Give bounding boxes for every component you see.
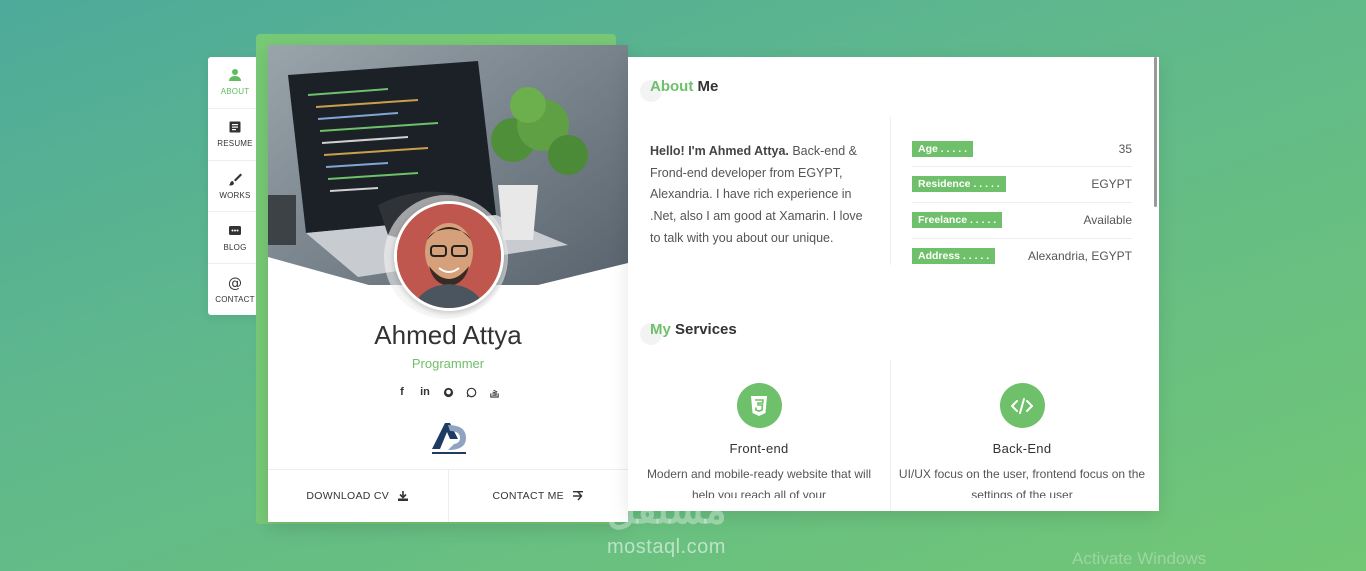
nav-label: ABOUT [220, 87, 250, 97]
profile-card: Ahmed Attya Programmer f in DOWNLOAD CV … [268, 45, 628, 522]
service-text: UI/UX focus on the user, frontend focus … [898, 467, 1146, 498]
about-intro-bold: Hello! I'm Ahmed Attya. [650, 144, 789, 158]
github-icon[interactable] [441, 385, 455, 399]
service-title: Back-End [992, 441, 1052, 456]
html5-icon [736, 383, 782, 428]
divider [912, 238, 1132, 239]
divider [890, 117, 891, 265]
info-row-age: Age . . . . . 35 [912, 138, 1132, 160]
nav-item-resume[interactable]: RESUME [208, 109, 262, 161]
download-cv-button[interactable]: DOWNLOAD CV [268, 470, 449, 522]
send-icon [572, 491, 583, 501]
nav-item-blog[interactable]: BLOG [208, 212, 262, 265]
divider [890, 360, 891, 511]
info-row-address: Address . . . . . Alexandria, EGYPT [912, 245, 1132, 267]
chat-icon [229, 225, 241, 235]
nav-label: CONTACT [215, 294, 255, 304]
whatsapp-icon[interactable] [464, 385, 478, 399]
brand-logo [432, 423, 466, 454]
info-key: Freelance . . . . . [912, 212, 1003, 228]
nav-item-about[interactable]: ABOUT [208, 57, 262, 109]
card-footer: DOWNLOAD CV CONTACT ME [268, 469, 628, 522]
service-title: Front-end [729, 441, 789, 456]
info-value: EGYPT [1091, 177, 1132, 191]
contact-me-label: CONTACT ME [492, 490, 564, 502]
info-value: Alexandria, EGYPT [1027, 249, 1132, 263]
info-row-residence: Residence . . . . . EGYPT [912, 173, 1132, 195]
nav-label: WORKS [219, 190, 251, 200]
about-title-rest: Me [693, 78, 719, 95]
services-title-highlight: My [650, 321, 671, 338]
at-icon: @ [228, 276, 242, 290]
profile-name: Ahmed Attya [374, 320, 522, 350]
side-nav: ABOUT RESUME WORKS BLOG @ CONTACT [208, 57, 262, 315]
stackoverflow-icon[interactable] [487, 385, 501, 399]
social-links: f in [268, 385, 628, 399]
info-value: Available [1083, 213, 1132, 227]
service-card-frontend: Front-end Modern and mobile-ready websit… [634, 383, 884, 498]
divider [912, 202, 1132, 203]
nav-item-contact[interactable]: @ CONTACT [208, 264, 262, 315]
info-key: Address . . . . . [912, 248, 996, 264]
about-intro-rest: Back-end & Frond-end developer from EGYP… [650, 144, 863, 245]
divider [912, 166, 1132, 167]
avatar [394, 201, 504, 311]
info-key: Age . . . . . [912, 141, 974, 157]
nav-label: RESUME [217, 139, 253, 149]
brush-icon [228, 173, 242, 186]
info-key: Residence . . . . . [912, 176, 1006, 192]
svg-text:@: @ [228, 276, 242, 290]
info-value: 35 [1118, 142, 1132, 156]
about-section-title: About Me [650, 78, 718, 95]
scrollbar[interactable] [1154, 57, 1157, 207]
facebook-icon[interactable]: f [395, 385, 409, 399]
services-title-rest: Services [670, 321, 737, 338]
nav-item-works[interactable]: WORKS [208, 161, 262, 213]
watermark-site: mostaql.com [607, 536, 726, 558]
linkedin-icon[interactable]: in [418, 385, 432, 399]
nav-label: BLOG [223, 242, 247, 252]
download-icon [398, 491, 409, 501]
info-row-freelance: Freelance . . . . . Available [912, 209, 1132, 231]
about-text: Hello! I'm Ahmed Attya. Back-end & Frond… [650, 141, 872, 250]
user-icon [229, 69, 241, 82]
resume-icon [229, 121, 241, 133]
content-panel: About Me Hello! I'm Ahmed Attya. Back-en… [628, 57, 1159, 511]
services-section-title: My Services [650, 321, 737, 338]
windows-activation-watermark: Activate Windows [1072, 549, 1207, 568]
about-title-highlight: About [650, 78, 694, 95]
contact-me-button[interactable]: CONTACT ME [449, 470, 629, 522]
watermark-arabic: مستقل [607, 488, 727, 532]
profile-role: Programmer [411, 356, 485, 371]
download-cv-label: DOWNLOAD CV [306, 490, 390, 502]
service-card-backend: Back-End UI/UX focus on the user, fronte… [897, 383, 1147, 498]
code-icon [999, 383, 1045, 428]
